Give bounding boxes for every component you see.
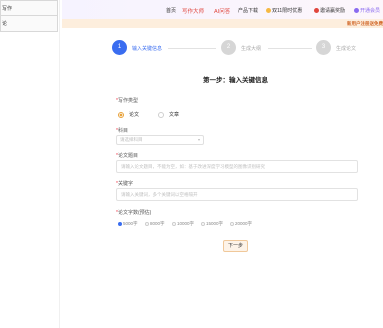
section-title: 第一步：输入关键信息 [203, 77, 268, 84]
step-3-label: 生成论文 [336, 46, 357, 52]
radio-article-label: 文章 [169, 112, 180, 118]
radio-paper[interactable]: 论文 [118, 111, 139, 118]
nav-member-label: 开通会员 [360, 8, 381, 14]
wordcount-option-20000[interactable]: 20000字 [230, 221, 252, 227]
radio-article[interactable]: 文章 [158, 111, 179, 118]
top-navigation: 首页 写作大师 AI问答 产品下载 双11限时优惠 邀请赢奖励 开通会员 [62, 0, 383, 19]
wordcount-dot [118, 221, 122, 226]
wordcount-option-label: 8000字 [150, 221, 165, 226]
nav-invite-label: 邀请赢奖励 [320, 8, 346, 14]
chevron-down-icon: ▾ [197, 137, 200, 142]
sidebar-item-paper[interactable]: 论 [0, 16, 58, 32]
nav-writing-master[interactable]: 写作大师 [182, 7, 204, 15]
wordcount-option-5000[interactable]: 5000字 [118, 221, 138, 227]
keywords-label: *关键字 [116, 181, 133, 187]
nav-home[interactable]: 首页 [166, 7, 176, 14]
wordcount-option-label: 20000字 [235, 221, 253, 226]
gift-icon [266, 8, 271, 14]
wordcount-label: *论文字数(预估) [116, 210, 152, 216]
radio-paper-dot [118, 111, 124, 118]
subject-select[interactable]: 请选择科目 ▾ [116, 135, 204, 145]
keywords-label-text: 关键字 [117, 181, 133, 187]
wordcount-option-label: 5000字 [123, 221, 138, 226]
topic-label: *论文题目 [116, 153, 138, 159]
sidebar: 写作 论 [0, 0, 60, 328]
step-2-label: 生成大纲 [241, 46, 262, 52]
nav-invite[interactable]: 邀请赢奖励 [314, 7, 345, 14]
topic-label-text: 论文题目 [117, 153, 138, 159]
invite-icon [314, 8, 319, 14]
subject-placeholder: 请选择科目 [120, 137, 143, 142]
wordcount-dot [172, 221, 176, 226]
promo-text: 新用户注册送免费 [347, 21, 383, 26]
topic-input[interactable]: 请输入论文题目，不能为空，如：基于改进深度学习模型的图像识别研究 [116, 160, 358, 173]
wordcount-option-8000[interactable]: 8000字 [145, 221, 165, 227]
step-indicator: 1 输入关键信息 2 生成大纲 3 生成论文 [112, 40, 383, 60]
nav-ai-qa[interactable]: AI问答 [214, 7, 230, 15]
type-label: *写作类型 [116, 98, 138, 104]
wordcount-dot [201, 221, 205, 226]
nav-download[interactable]: 产品下载 [238, 7, 258, 14]
crown-icon [354, 8, 359, 14]
keywords-input[interactable]: 请输入关键词，多个关键词以空格隔开 [116, 188, 358, 201]
radio-paper-label: 论文 [129, 112, 140, 118]
type-label-text: 写作类型 [117, 98, 138, 104]
promo-banner[interactable]: 新用户注册送免费 [62, 19, 383, 28]
wordcount-label-text: 论文字数(预估) [117, 210, 152, 216]
step-3-circle: 3 [316, 40, 331, 55]
wordcount-option-10000[interactable]: 10000字 [172, 221, 194, 227]
wordcount-dot [230, 221, 234, 226]
subject-label: *科目 [116, 128, 128, 134]
wordcount-option-15000[interactable]: 15000字 [201, 221, 223, 227]
step-1-circle: 1 [112, 40, 127, 55]
radio-article-dot [158, 111, 164, 118]
nav-double11[interactable]: 双11限时优惠 [266, 7, 302, 14]
wordcount-option-label: 10000字 [177, 221, 195, 226]
nav-double11-label: 双11限时优惠 [272, 8, 303, 14]
step-connector [268, 48, 312, 49]
sidebar-item-writing[interactable]: 写作 [0, 0, 58, 16]
nav-member[interactable]: 开通会员 [354, 7, 380, 14]
step-2-circle: 2 [221, 40, 236, 55]
step-connector [168, 48, 216, 49]
wordcount-dot [145, 221, 149, 226]
step-1-label: 输入关键信息 [132, 46, 163, 52]
next-step-button[interactable]: 下一步 [223, 240, 248, 252]
subject-label-text: 科目 [117, 128, 128, 134]
wordcount-option-label: 15000字 [206, 221, 224, 226]
main-content: 1 输入关键信息 2 生成大纲 3 生成论文 第一步：输入关键信息 *写作类型 … [62, 28, 383, 328]
